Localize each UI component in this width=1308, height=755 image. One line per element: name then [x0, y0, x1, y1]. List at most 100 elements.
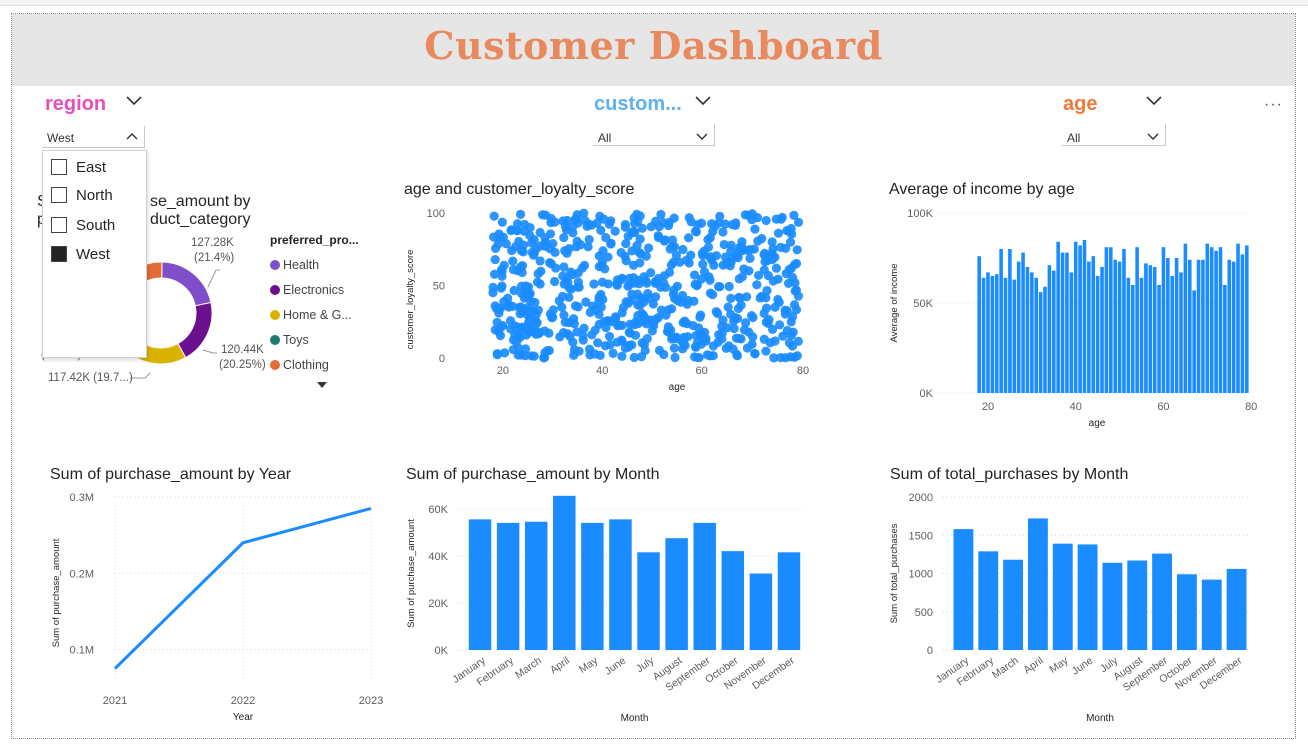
region-option-south[interactable]: South	[51, 214, 115, 236]
legend-item-toys[interactable]: Toys	[270, 327, 359, 352]
scatter-point	[740, 210, 750, 220]
scatter-point	[583, 242, 593, 252]
bar	[1113, 259, 1117, 393]
scatter-point	[789, 260, 800, 270]
scatter-point	[704, 272, 714, 282]
scatter-title: age and customer_loyalty_score	[404, 181, 635, 198]
bar	[1176, 574, 1197, 650]
scatter-point	[750, 348, 760, 359]
region-option-north[interactable]: North	[51, 184, 113, 206]
option-label: East	[76, 158, 107, 176]
legend-scroll-down-icon[interactable]	[317, 382, 327, 388]
scatter-point	[713, 308, 723, 319]
bar	[1152, 553, 1173, 650]
x-tick-label: 20	[982, 401, 994, 413]
month-total-title: Sum of total_purchases by Month	[890, 466, 1129, 483]
bar	[1227, 259, 1232, 393]
bar	[1095, 276, 1100, 393]
checkbox-checked[interactable]	[51, 246, 67, 262]
scatter-point	[759, 308, 769, 318]
y-axis-label: Sum of purchase_amount	[406, 519, 417, 628]
scatter-point	[761, 215, 771, 226]
legend-item-electronics[interactable]: Electronics	[270, 277, 359, 302]
bar	[1069, 272, 1074, 393]
y-tick-label: 2000	[909, 492, 933, 504]
bar	[1201, 259, 1205, 393]
scatter-chart: 0 50 100 20 40 60 80 age customer_loyalty_score	[405, 208, 809, 393]
bar	[978, 551, 999, 650]
region-chevron-down-icon[interactable]	[126, 96, 142, 106]
x-tick-label: 2022	[231, 695, 255, 707]
scatter-point	[726, 240, 736, 250]
month-total-bar-chart: 0500100015002000JanuaryFebruaryMarch Apri…	[889, 492, 1249, 724]
bar	[1205, 243, 1210, 393]
scatter-point	[750, 224, 760, 234]
year-line-chart: 0.1M 0.2M 0.3M 2021 2022 2023 Year Sum of purch…	[51, 492, 383, 723]
age-slicer-dropdown[interactable]: All	[1062, 124, 1166, 146]
customer-slicer-dropdown[interactable]: All	[593, 124, 715, 146]
scatter-point	[790, 278, 800, 288]
scatter-point	[616, 335, 627, 345]
bar	[990, 276, 995, 393]
label-home: 117.42K (19.7...)	[48, 372, 133, 384]
scatter-point	[572, 210, 582, 220]
checkbox[interactable]	[51, 159, 67, 175]
bar	[1056, 241, 1060, 393]
region-option-east[interactable]: East	[51, 156, 106, 178]
scatter-point	[629, 218, 640, 229]
legend-label: Home & G...	[283, 307, 352, 322]
y-axis-label: customer_loyalty_score	[405, 250, 416, 350]
scatter-point	[620, 343, 631, 353]
scatter-point	[786, 317, 796, 327]
age-chevron-down-icon[interactable]	[1146, 96, 1162, 106]
scatter-point	[761, 346, 771, 356]
scatter-point	[506, 324, 516, 334]
scatter-point	[586, 220, 597, 230]
scatter-point	[568, 269, 578, 280]
leader-line	[130, 372, 151, 379]
bar	[1078, 245, 1082, 393]
checkbox[interactable]	[51, 217, 67, 233]
scatter-point	[770, 336, 780, 346]
y-axis-label: Sum of total_purchases	[889, 523, 900, 623]
bar	[1240, 254, 1245, 393]
scatter-point	[624, 327, 634, 337]
scatter-point	[603, 252, 613, 262]
legend-item-home[interactable]: Home & G...	[270, 302, 359, 327]
x-tick-label: June	[603, 655, 629, 678]
customer-chevron-down-icon[interactable]	[695, 96, 711, 106]
bar	[1236, 243, 1240, 393]
x-tick-label: June	[1070, 655, 1096, 678]
legend-dot	[270, 284, 280, 295]
scatter-point	[573, 277, 583, 287]
scatter-point	[489, 269, 500, 279]
scatter-point	[490, 254, 500, 265]
bar	[581, 522, 604, 650]
chevron-down-icon	[696, 133, 708, 140]
region-option-west[interactable]: West	[51, 243, 110, 265]
scatter-point	[681, 255, 692, 265]
region-slicer-dropdown[interactable]: West	[42, 126, 145, 148]
scatter-point	[663, 305, 674, 315]
bar	[1245, 245, 1249, 393]
y-tick-label: 0K	[920, 388, 934, 400]
title-band: Customer Dashboard	[12, 14, 1295, 86]
scatter-point	[715, 282, 725, 292]
checkbox[interactable]	[51, 187, 67, 203]
y-tick-label: 100K	[907, 208, 933, 220]
more-options-icon[interactable]: ···	[1264, 96, 1283, 114]
bar	[1065, 252, 1069, 393]
option-label: South	[76, 216, 116, 234]
x-tick-label: May	[577, 654, 601, 676]
scatter-point	[585, 307, 595, 317]
scatter-point	[494, 304, 504, 314]
scatter-point	[509, 285, 519, 296]
bar	[553, 495, 576, 650]
x-tick-label: 40	[596, 365, 608, 377]
legend-item-clothing[interactable]: Clothing	[270, 352, 359, 377]
scatter-point	[650, 278, 661, 289]
legend-item-health[interactable]: Health	[270, 252, 359, 277]
y-tick-label: 0	[927, 645, 933, 657]
y-tick-label: 0.3M	[70, 492, 94, 504]
scatter-point	[624, 273, 635, 283]
